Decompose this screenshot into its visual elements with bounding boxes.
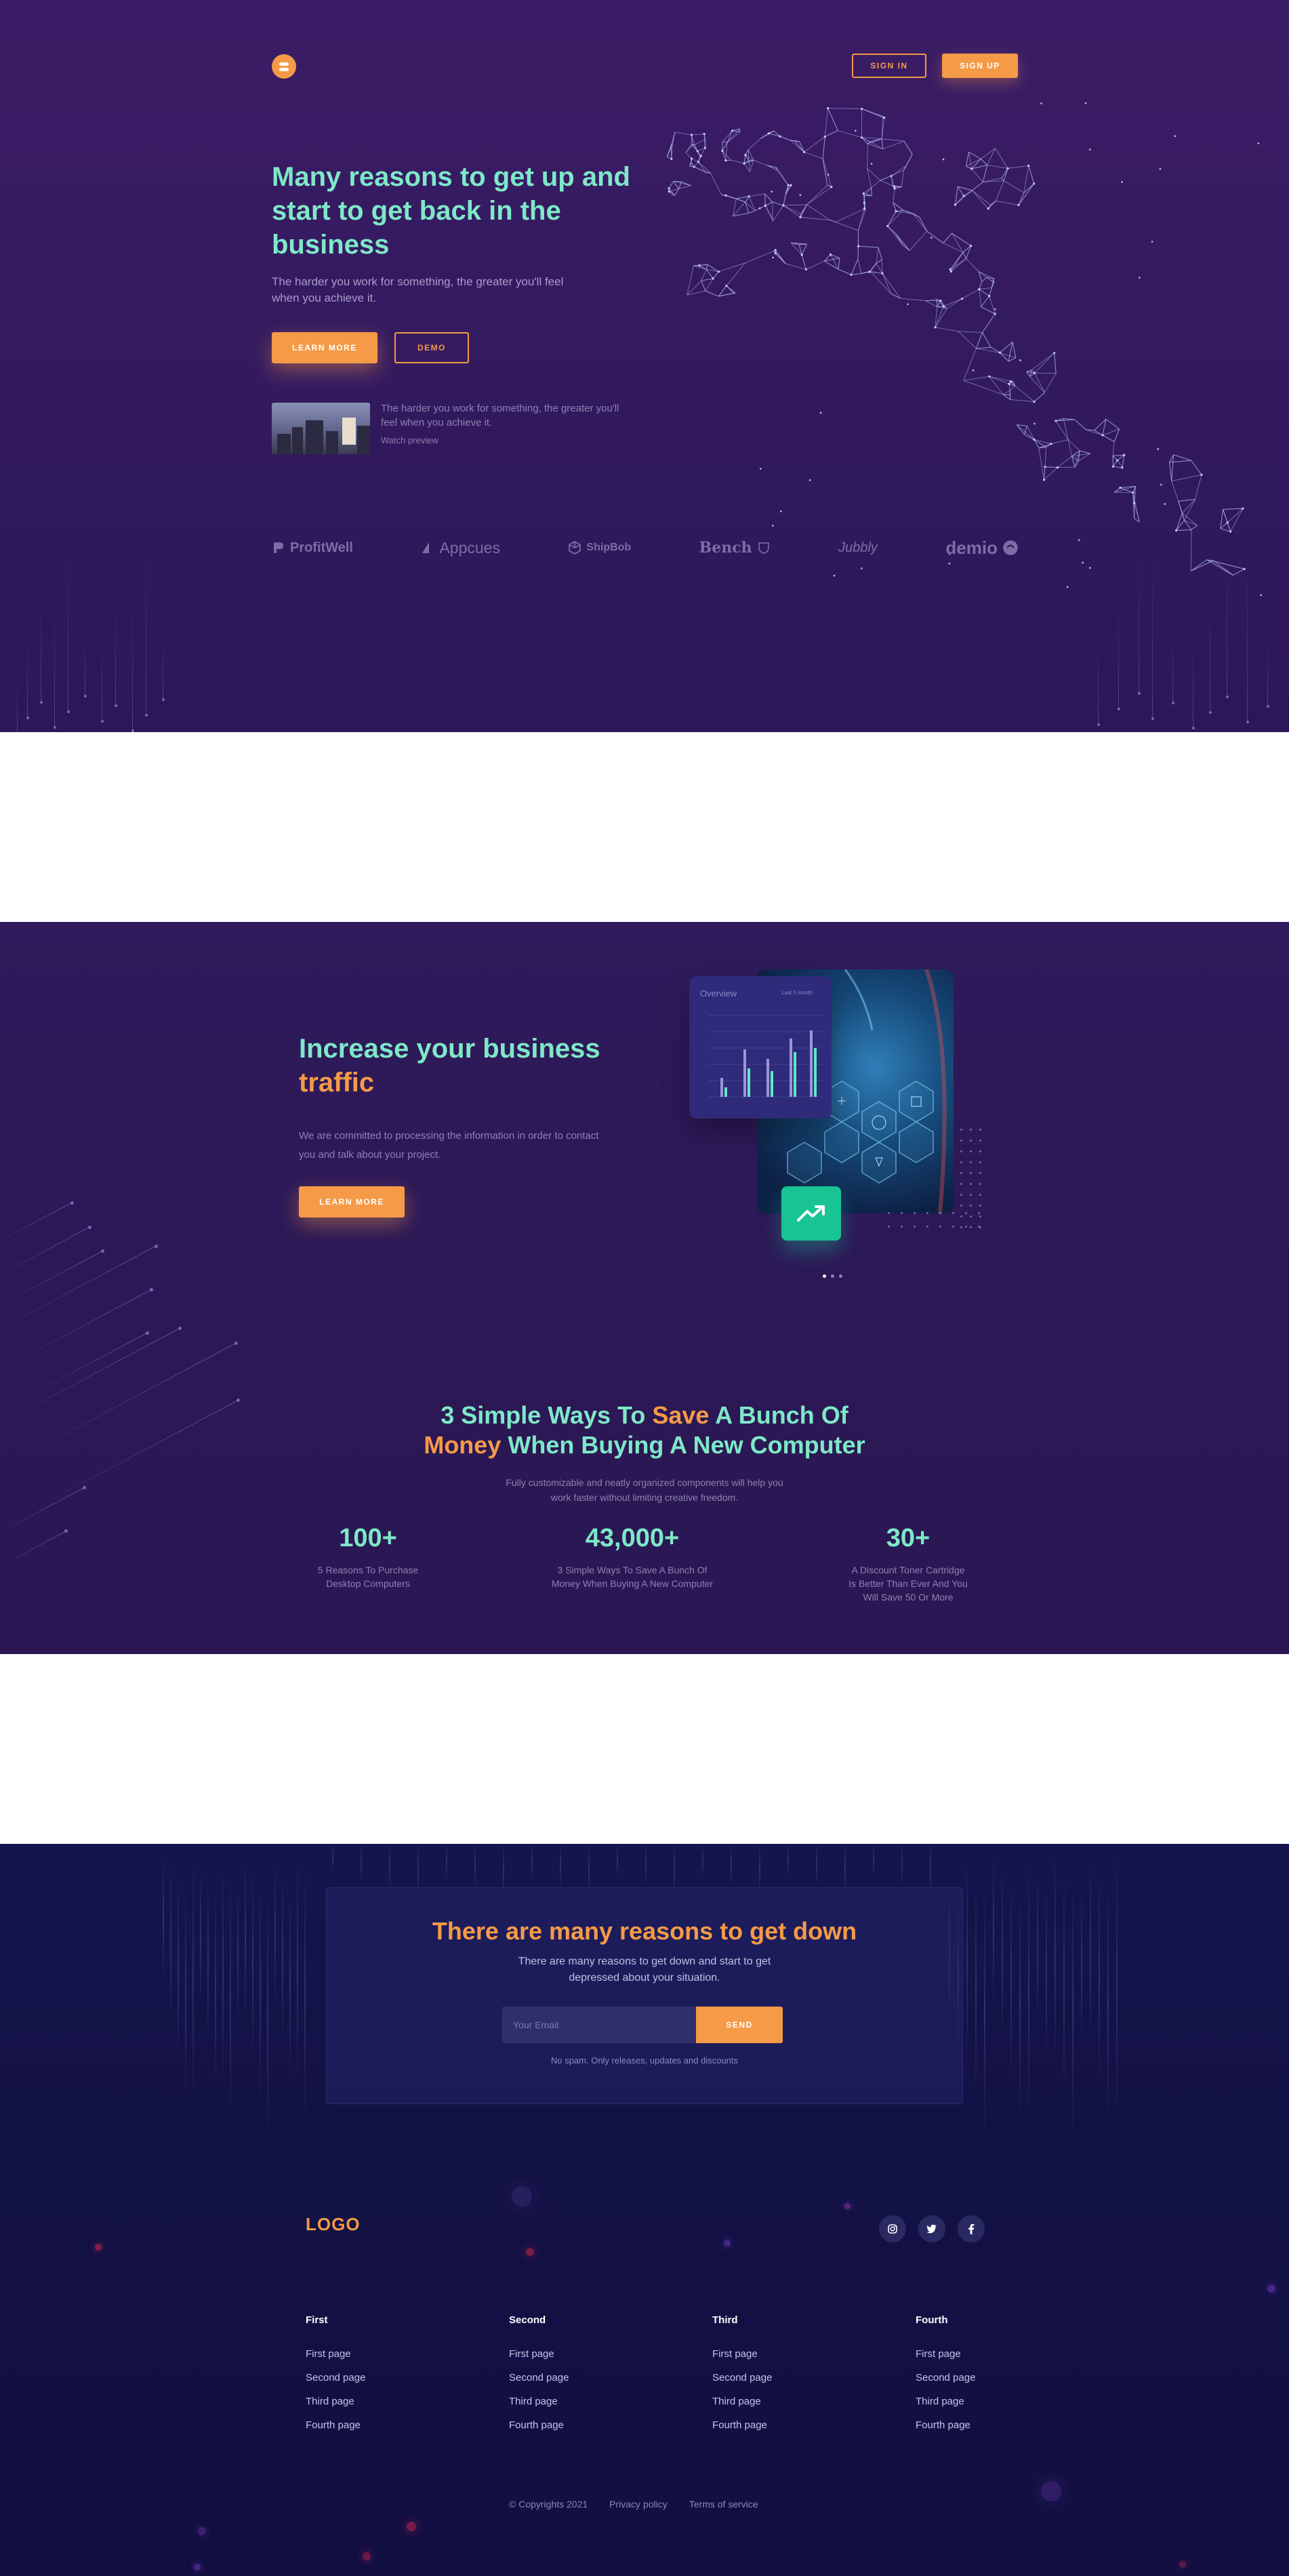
footer-column-title: First xyxy=(306,2314,328,2326)
brand-logo[interactable] xyxy=(272,54,296,79)
newsletter-title: There are many reasons to get down xyxy=(432,1917,857,1945)
footer-link[interactable]: Fourth page xyxy=(712,2413,848,2437)
instagram-icon xyxy=(888,2224,897,2234)
stat-label: 5 Reasons To Purchase Desktop Computers xyxy=(317,1565,419,1589)
footer-link[interactable]: Third page xyxy=(712,2390,848,2413)
traffic-title: Increase your business traffic xyxy=(299,1034,600,1098)
stat-value: 30+ xyxy=(886,1524,930,1552)
footer-column-title: Second xyxy=(509,2314,546,2326)
appcues-icon xyxy=(422,542,430,553)
footer-link[interactable]: Second page xyxy=(712,2366,848,2390)
ways-heading: 3 Simple Ways To Save A Bunch Of Money W… xyxy=(424,1401,865,1459)
footer-link[interactable]: First page xyxy=(509,2342,644,2366)
newsletter-text: There are many reasons to get down and s… xyxy=(518,1956,771,1984)
partner-shipbob: ShipBob xyxy=(568,541,631,555)
ways-subtitle: Fully customizable and neatly organized … xyxy=(506,1477,783,1503)
footer-column-first: First First page Second page Third page … xyxy=(306,2314,441,2437)
stat-label: 3 Simple Ways To Save A Bunch Of Money W… xyxy=(551,1565,714,1589)
hero-subtitle: The harder you work for something, the g… xyxy=(272,275,564,304)
footer-link[interactable]: Second page xyxy=(306,2366,441,2390)
overview-bar-chart xyxy=(708,1015,822,1098)
twitter-icon xyxy=(926,2224,937,2234)
partner-bench: Bench xyxy=(699,539,771,557)
pager-dot-2[interactable] xyxy=(831,1274,834,1278)
footer-column-title: Fourth xyxy=(916,2314,948,2326)
footer-link[interactable]: Fourth page xyxy=(509,2413,644,2437)
profitwell-icon xyxy=(274,542,283,553)
bench-shield-icon xyxy=(758,542,769,554)
traffic-text: We are committed to processing the infor… xyxy=(299,1130,599,1161)
preview-description: The harder you work for something, the g… xyxy=(381,403,619,428)
carousel-pagination[interactable] xyxy=(823,1274,842,1278)
email-input[interactable] xyxy=(502,2007,696,2043)
trending-up-badge xyxy=(781,1186,841,1241)
trending-up-icon xyxy=(797,1205,825,1222)
copyright-text: © Copyrights 2021 xyxy=(509,2499,588,2510)
dot-grid-decoration-bottom xyxy=(888,1212,989,1239)
partner-demio: demio xyxy=(945,538,1019,559)
footer-column-title: Third xyxy=(712,2314,738,2326)
watch-preview-link[interactable]: Watch preview xyxy=(381,435,438,445)
pager-dot-1[interactable] xyxy=(823,1274,826,1278)
footer-link[interactable]: Fourth page xyxy=(916,2413,1051,2437)
hero-learn-more-button[interactable]: LEARN MORE xyxy=(272,332,377,363)
hero-demo-button[interactable]: DEMO xyxy=(394,332,469,363)
sign-up-button[interactable]: SIGN UP xyxy=(942,54,1018,78)
footer-link[interactable]: Fourth page xyxy=(306,2413,441,2437)
footer-bottom-bar: © Copyrights 2021 Privacy policy Terms o… xyxy=(509,2499,758,2510)
facebook-button[interactable] xyxy=(958,2215,985,2242)
stat-value: 100+ xyxy=(339,1524,397,1552)
footer-column-second: Second First page Second page Third page… xyxy=(509,2314,644,2437)
terms-of-service-link[interactable]: Terms of service xyxy=(689,2499,758,2510)
hero-title: Many reasons to get up and start to get … xyxy=(272,162,630,260)
traffic-learn-more-button[interactable]: LEARN MORE xyxy=(299,1186,405,1217)
partner-logos: ProfitWell Appcues ShipBob Bench Jubbly … xyxy=(272,536,1019,560)
stat-item: 43,000+ 3 Simple Ways To Save A Bunch Of… xyxy=(537,1523,727,1590)
partner-appcues: Appcues xyxy=(421,539,500,557)
partner-jubbly: Jubbly xyxy=(838,540,878,555)
footer-link[interactable]: Second page xyxy=(509,2366,644,2390)
privacy-policy-link[interactable]: Privacy policy xyxy=(609,2499,668,2510)
stat-item: 30+ A Discount Toner Cartridge Is Better… xyxy=(813,1523,1003,1604)
footer-link[interactable]: Third page xyxy=(306,2390,441,2413)
footer-link[interactable]: Second page xyxy=(916,2366,1051,2390)
demio-icon xyxy=(1003,540,1018,555)
stat-value: 43,000+ xyxy=(585,1524,680,1552)
facebook-icon xyxy=(968,2223,975,2234)
footer-column-third: Third First page Second page Third page … xyxy=(712,2314,848,2437)
video-preview-thumbnail[interactable] xyxy=(272,403,370,454)
partner-profitwell: ProfitWell xyxy=(272,540,353,556)
footer-link[interactable]: First page xyxy=(306,2342,441,2366)
stat-item: 100+ 5 Reasons To Purchase Desktop Compu… xyxy=(273,1523,463,1590)
newsletter-note: No spam. Only releases, updates and disc… xyxy=(550,2055,739,2066)
instagram-button[interactable] xyxy=(879,2215,906,2242)
stat-label: A Discount Toner Cartridge Is Better Tha… xyxy=(848,1565,968,1603)
overview-chart-card: Overview Last 5 month xyxy=(689,976,832,1119)
pager-dot-3[interactable] xyxy=(839,1274,842,1278)
hero-section: SIGN IN SIGN UP Many reasons to get up a… xyxy=(0,0,1289,732)
traffic-section: Increase your business traffic We are co… xyxy=(0,922,1289,1654)
send-button[interactable]: SEND xyxy=(696,2007,783,2043)
footer-column-fourth: Fourth First page Second page Third page… xyxy=(916,2314,1051,2437)
footer-logo[interactable]: LOGO xyxy=(306,2214,361,2235)
shipbob-icon xyxy=(569,541,581,555)
sign-in-button[interactable]: SIGN IN xyxy=(852,54,926,78)
footer-link[interactable]: First page xyxy=(712,2342,848,2366)
footer-link[interactable]: Third page xyxy=(916,2390,1051,2413)
newsletter-footer-section: There are many reasons to get down There… xyxy=(0,1844,1289,2576)
footer-link[interactable]: First page xyxy=(916,2342,1051,2366)
footer-link[interactable]: Third page xyxy=(509,2390,644,2413)
twitter-button[interactable] xyxy=(918,2215,945,2242)
